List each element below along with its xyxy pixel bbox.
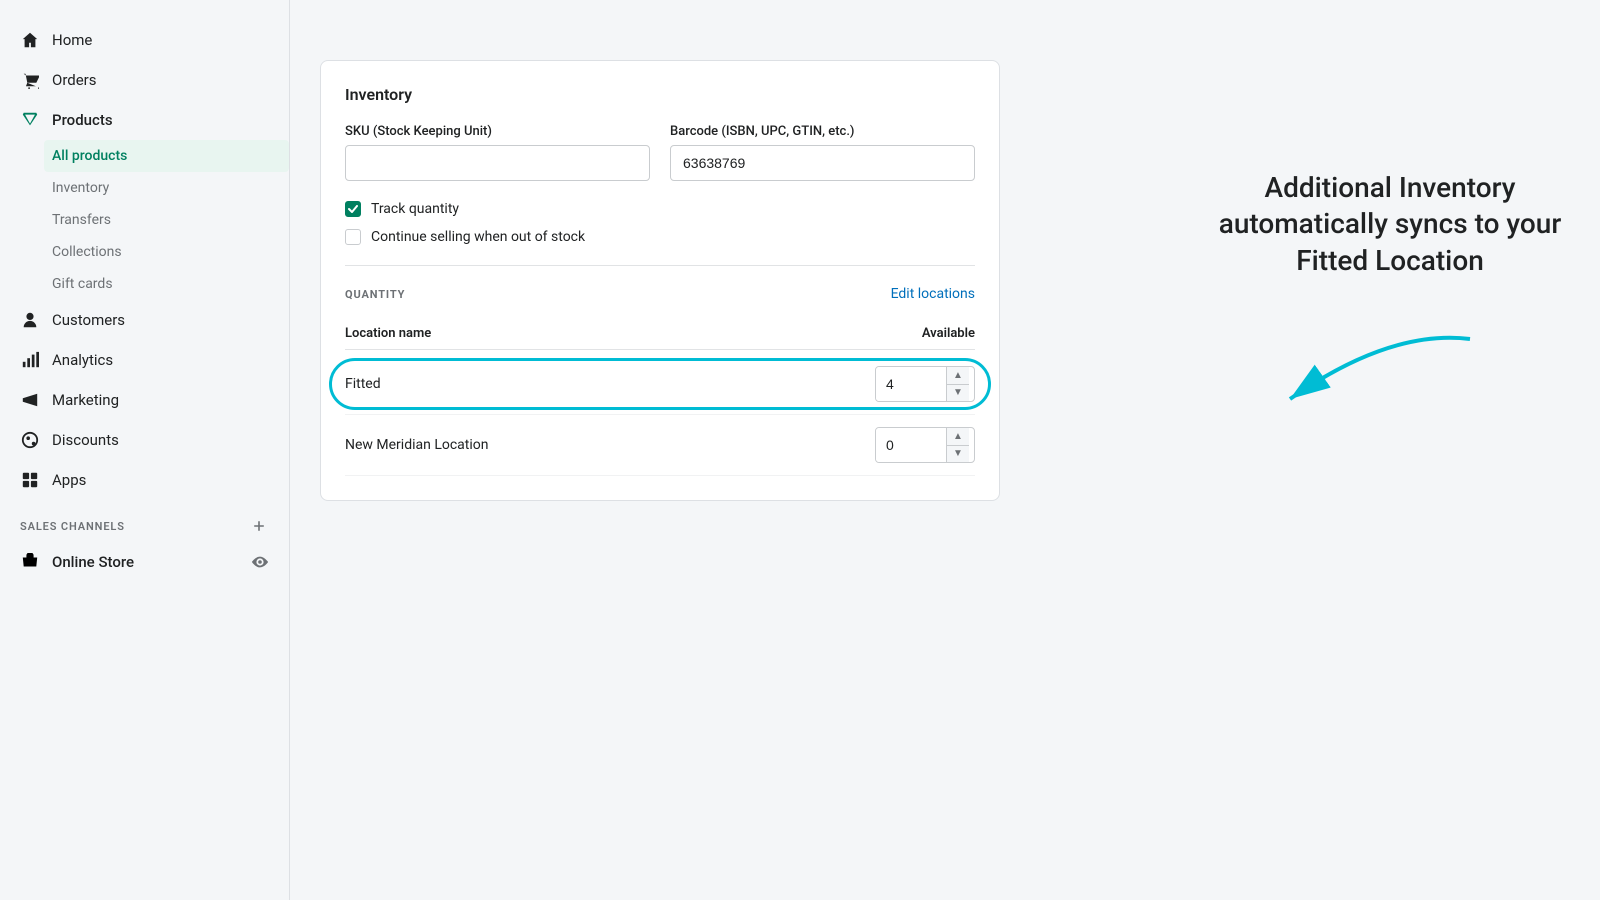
edit-locations-link[interactable]: Edit locations <box>891 286 975 302</box>
sku-label: SKU (Stock Keeping Unit) <box>345 124 650 139</box>
online-store-visibility-icon[interactable] <box>251 553 269 571</box>
products-icon <box>20 110 40 130</box>
sku-input[interactable] <box>345 145 650 181</box>
add-sales-channel-icon[interactable] <box>249 516 269 536</box>
barcode-label: Barcode (ISBN, UPC, GTIN, etc.) <box>670 124 975 139</box>
available-header: Available <box>922 326 975 341</box>
card-divider <box>345 265 975 266</box>
location-name-header: Location name <box>345 326 431 341</box>
quantity-section-label: QUANTITY <box>345 288 405 301</box>
sidebar-item-products[interactable]: Products <box>0 100 289 140</box>
sidebar-item-customers[interactable]: Customers <box>0 300 289 340</box>
sidebar-item-orders[interactable]: Orders <box>0 60 289 100</box>
sidebar-orders-label: Orders <box>52 71 97 89</box>
sku-barcode-row: SKU (Stock Keeping Unit) Barcode (ISBN, … <box>345 124 975 181</box>
fitted-quantity-input[interactable] <box>876 367 946 401</box>
continue-selling-label: Continue selling when out of stock <box>371 229 585 245</box>
fitted-quantity-up[interactable]: ▲ <box>947 367 969 385</box>
table-row-new-meridian: New Meridian Location ▲ ▼ <box>345 415 975 476</box>
annotation-arrow <box>1210 319 1510 439</box>
barcode-input[interactable] <box>670 145 975 181</box>
quantity-header: QUANTITY Edit locations <box>345 286 975 302</box>
fitted-location-name: Fitted <box>345 376 381 392</box>
sidebar-customers-label: Customers <box>52 311 125 329</box>
discounts-icon <box>20 430 40 450</box>
sidebar-item-analytics[interactable]: Analytics <box>0 340 289 380</box>
sidebar-item-home[interactable]: Home <box>0 20 289 60</box>
annotation-area: Additional Inventory automatically syncs… <box>1180 130 1600 479</box>
table-row-fitted: Fitted ▲ ▼ <box>345 354 975 415</box>
continue-selling-row[interactable]: Continue selling when out of stock <box>345 229 975 245</box>
sidebar-subitem-transfers[interactable]: Transfers <box>52 204 289 236</box>
fitted-quantity-down[interactable]: ▼ <box>947 385 969 402</box>
sidebar-subitem-all-products[interactable]: All products <box>44 140 289 172</box>
track-quantity-label: Track quantity <box>371 201 459 217</box>
main-content: Inventory SKU (Stock Keeping Unit) Barco… <box>290 0 1600 900</box>
sidebar-apps-label: Apps <box>52 471 86 489</box>
new-meridian-quantity-input[interactable] <box>876 428 946 462</box>
continue-selling-checkbox[interactable] <box>345 229 361 245</box>
sidebar-item-discounts[interactable]: Discounts <box>0 420 289 460</box>
fitted-quantity-spinners: ▲ ▼ <box>946 367 969 401</box>
sidebar-discounts-label: Discounts <box>52 431 119 449</box>
orders-icon <box>20 70 40 90</box>
sidebar-marketing-label: Marketing <box>52 391 119 409</box>
sidebar-subitem-inventory[interactable]: Inventory <box>52 172 289 204</box>
analytics-icon <box>20 350 40 370</box>
new-meridian-quantity-spinners: ▲ ▼ <box>946 428 969 462</box>
inventory-card: Inventory SKU (Stock Keeping Unit) Barco… <box>320 60 1000 501</box>
home-icon <box>20 30 40 50</box>
customers-icon <box>20 310 40 330</box>
new-meridian-quantity-up[interactable]: ▲ <box>947 428 969 446</box>
track-quantity-row[interactable]: Track quantity <box>345 201 975 217</box>
online-store-icon <box>20 552 40 572</box>
sidebar: Home Orders Products All products Invent… <box>0 0 290 900</box>
sidebar-home-label: Home <box>52 31 92 49</box>
sidebar-subitem-collections[interactable]: Collections <box>52 236 289 268</box>
apps-icon <box>20 470 40 490</box>
sidebar-analytics-label: Analytics <box>52 351 113 369</box>
sidebar-item-marketing[interactable]: Marketing <box>0 380 289 420</box>
barcode-group: Barcode (ISBN, UPC, GTIN, etc.) <box>670 124 975 181</box>
inventory-card-title: Inventory <box>345 85 975 104</box>
sku-group: SKU (Stock Keeping Unit) <box>345 124 650 181</box>
annotation-text: Additional Inventory automatically syncs… <box>1210 170 1570 279</box>
sidebar-item-apps[interactable]: Apps <box>0 460 289 500</box>
online-store-label: Online Store <box>52 553 134 571</box>
sidebar-subitem-gift-cards[interactable]: Gift cards <box>52 268 289 300</box>
quantity-table-header: Location name Available <box>345 318 975 350</box>
sales-channels-section: SALES CHANNELS <box>0 500 289 542</box>
new-meridian-quantity-wrapper: ▲ ▼ <box>875 427 975 463</box>
track-quantity-checkbox[interactable] <box>345 201 361 217</box>
new-meridian-location-name: New Meridian Location <box>345 437 489 453</box>
sales-channels-label: SALES CHANNELS <box>20 520 125 533</box>
sidebar-products-label: Products <box>52 111 113 129</box>
sidebar-products-subnav: All products Inventory Transfers Collect… <box>0 140 289 300</box>
new-meridian-quantity-down[interactable]: ▼ <box>947 446 969 463</box>
fitted-quantity-wrapper: ▲ ▼ <box>875 366 975 402</box>
sidebar-item-online-store[interactable]: Online Store <box>0 542 289 582</box>
marketing-icon <box>20 390 40 410</box>
